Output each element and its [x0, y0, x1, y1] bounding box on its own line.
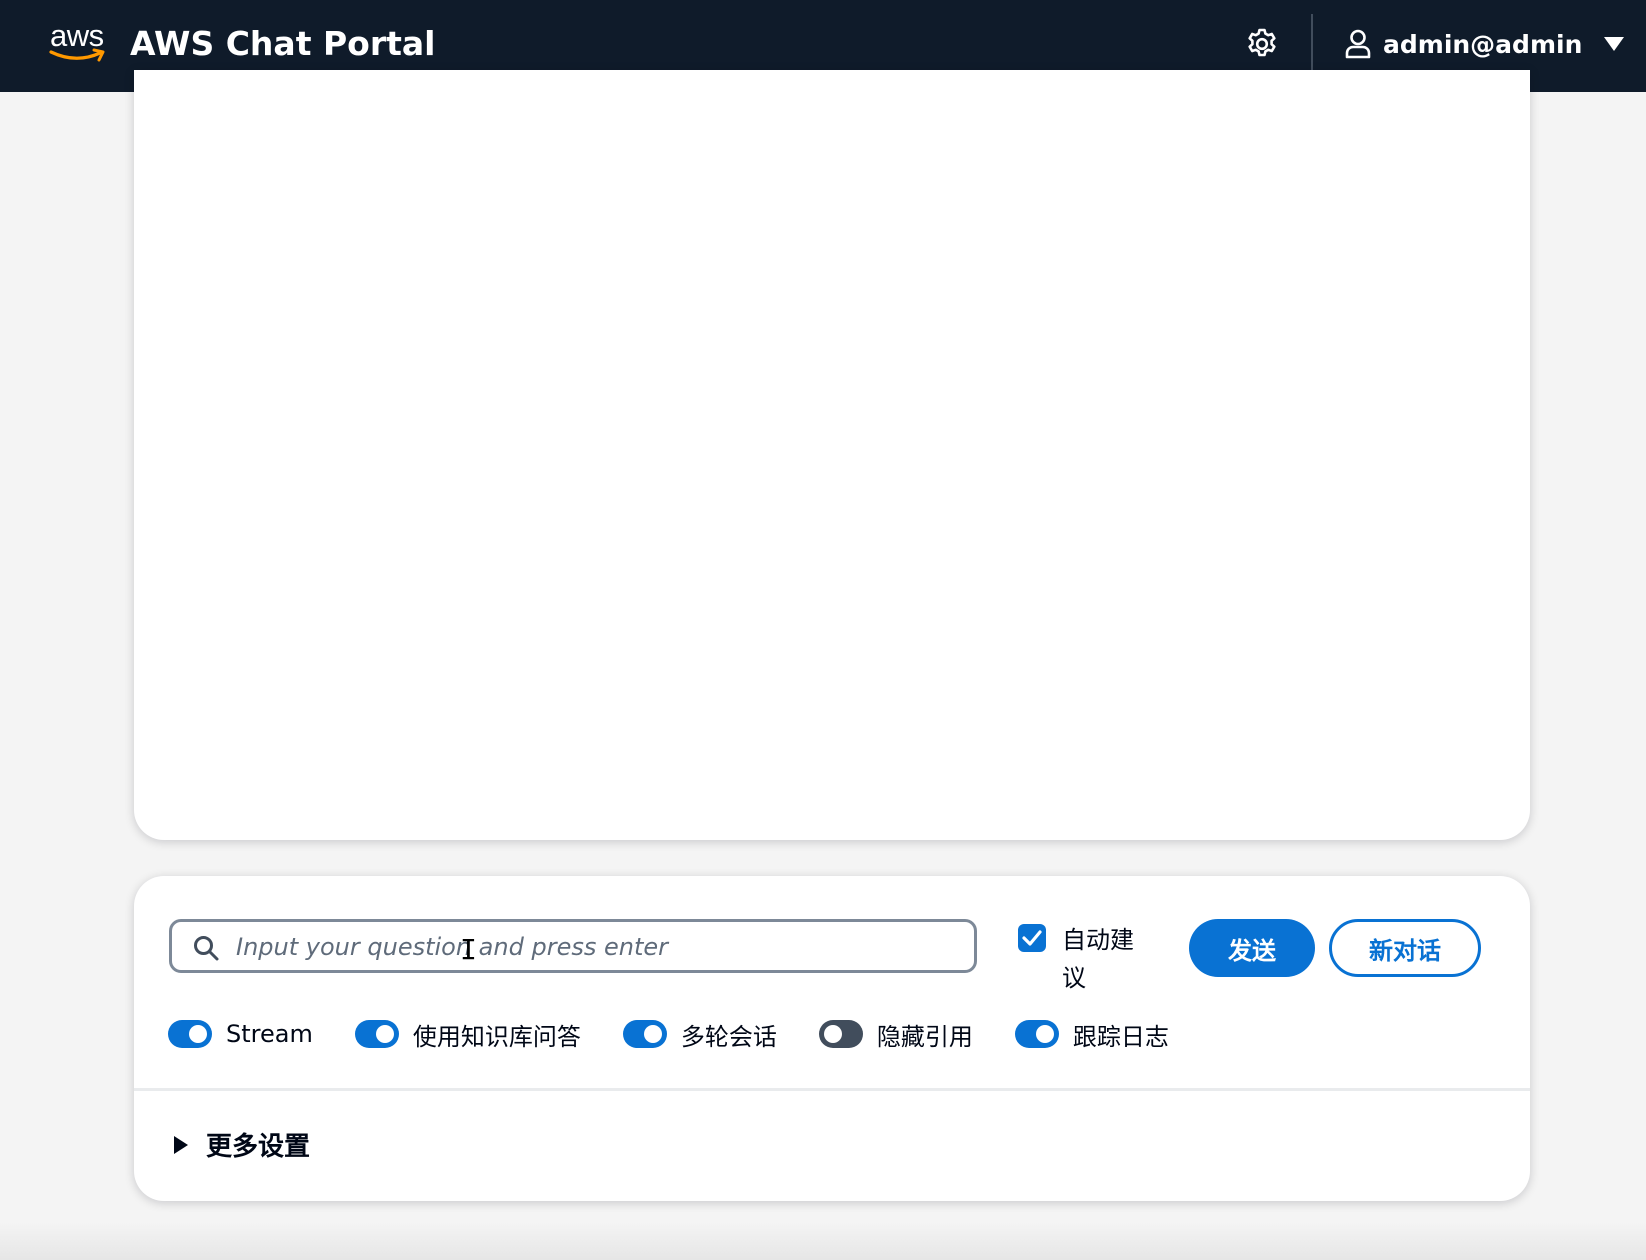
toggle-switch-off[interactable] — [818, 1020, 863, 1048]
search-icon — [194, 936, 219, 961]
chat-input-panel: I 自动建议 发送 新对话 Stream 使用知识库问答 多轮会话 隐藏引用 — [134, 876, 1530, 1201]
toggle-knob — [189, 1025, 207, 1043]
toggle-knowledge-base[interactable]: 使用知识库问答 — [354, 1017, 581, 1052]
toggle-multi-turn[interactable]: 多轮会话 — [622, 1017, 777, 1052]
toggle-label: 隐藏引用 — [876, 1022, 973, 1051]
user-name: admin@admin — [1383, 29, 1583, 59]
toggle-knob — [375, 1025, 394, 1043]
app-title[interactable]: AWS Chat Portal — [130, 22, 435, 66]
user-icon — [1345, 29, 1371, 59]
toggle-label: 跟踪日志 — [1072, 1022, 1169, 1051]
check-icon — [1022, 930, 1042, 946]
caret-right-icon — [174, 1135, 188, 1154]
new-chat-button[interactable]: 新对话 — [1329, 919, 1481, 977]
checkbox-checked[interactable] — [1018, 924, 1046, 952]
question-input-container[interactable]: I — [169, 919, 977, 973]
caret-down-icon — [1604, 37, 1625, 51]
toggle-label: 多轮会话 — [680, 1022, 777, 1051]
section-divider — [134, 1088, 1530, 1091]
option-toggles: Stream 使用知识库问答 多轮会话 隐藏引用 跟踪日志 — [168, 1016, 1211, 1052]
toggle-label: 使用知识库问答 — [412, 1022, 581, 1051]
aws-smile-icon — [49, 48, 105, 62]
toggle-label: Stream — [226, 1020, 313, 1048]
toggle-stream[interactable]: Stream — [168, 1020, 313, 1048]
question-input[interactable] — [234, 926, 958, 968]
page-footer-area — [0, 1222, 1646, 1260]
user-menu[interactable]: admin@admin — [1345, 24, 1625, 64]
auto-suggest-label: 自动建议 — [1062, 926, 1134, 992]
chat-messages-panel — [134, 70, 1530, 840]
toggle-switch-on[interactable] — [168, 1020, 212, 1048]
toggle-switch-on[interactable] — [354, 1020, 399, 1048]
toggle-switch-on[interactable] — [1014, 1020, 1059, 1048]
toggle-hide-references[interactable]: 隐藏引用 — [818, 1017, 973, 1052]
toggle-knob — [823, 1025, 842, 1043]
toggle-switch-on[interactable] — [622, 1020, 667, 1048]
text-cursor-icon: I — [460, 933, 477, 966]
aws-logo[interactable]: aws — [48, 18, 110, 66]
send-button[interactable]: 发送 — [1189, 919, 1315, 977]
more-settings-label: 更多设置 — [206, 1132, 311, 1162]
header-divider — [1311, 14, 1313, 72]
toggle-trace-log[interactable]: 跟踪日志 — [1014, 1017, 1169, 1052]
toggle-knob — [643, 1025, 662, 1043]
gear-icon[interactable] — [1245, 27, 1279, 61]
toggle-knob — [1035, 1025, 1054, 1043]
more-settings-expander[interactable]: 更多设置 — [174, 1126, 310, 1163]
